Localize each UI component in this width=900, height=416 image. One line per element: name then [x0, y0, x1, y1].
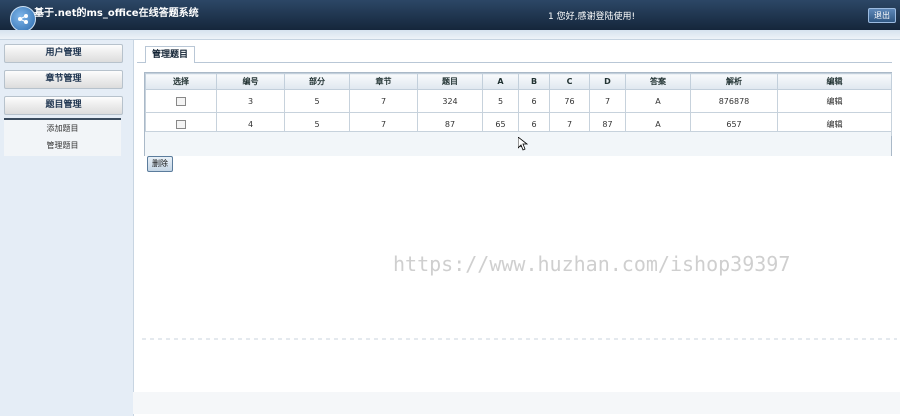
welcome-message: 1 您好,感谢登陆使用!: [548, 12, 636, 22]
mouse-cursor-icon: [518, 137, 528, 151]
col-header-edit: 编辑: [777, 73, 892, 90]
logout-button[interactable]: 退出: [868, 8, 896, 23]
cell-analysis: 876878: [690, 89, 778, 113]
cell-chapter: 7: [349, 89, 418, 113]
submenu-manage-questions[interactable]: 管理题目: [4, 137, 121, 154]
row-select-cell: [145, 89, 217, 113]
submenu-add-question[interactable]: 添加题目: [4, 120, 121, 137]
col-header-c: C: [549, 73, 590, 90]
app-logo-icon: [10, 6, 36, 32]
header-strip: [0, 30, 900, 40]
app-title: 基于.net的ms_office在线答题系统: [34, 8, 199, 19]
top-header: 基于.net的ms_office在线答题系统 1 您好,感谢登陆使用! 退出: [0, 0, 900, 32]
row-checkbox[interactable]: [176, 96, 186, 106]
cell-d: 7: [589, 89, 626, 113]
col-header-d: D: [589, 73, 626, 90]
col-header-question: 题目: [417, 73, 483, 90]
col-header-b: B: [518, 73, 550, 90]
tab-manage-questions[interactable]: 管理题目: [145, 46, 196, 63]
cell-a: 5: [482, 89, 519, 113]
watermark-text: https://www.huzhan.com/ishop39397: [393, 252, 791, 276]
sidebar: 用户管理 章节管理 题目管理 添加题目 管理题目: [0, 40, 134, 416]
cell-part: 5: [284, 89, 350, 113]
edit-link[interactable]: 编辑: [827, 97, 843, 106]
tab-divider: [137, 62, 892, 63]
cell-answer: A: [625, 89, 691, 113]
question-submenu: 添加题目 管理题目: [4, 118, 121, 156]
table-row: 3 5 7 324 5 6 76 7 A 876878 编辑: [145, 89, 892, 113]
col-header-chapter: 章节: [349, 73, 418, 90]
col-header-select: 选择: [145, 73, 217, 90]
sidebar-item-chapter-management[interactable]: 章节管理: [4, 70, 123, 89]
col-header-answer: 答案: [625, 73, 691, 90]
cell-edit: 编辑: [777, 89, 892, 113]
table-header-row: 选择 编号 部分 章节 题目 A B C D 答案 解析 编辑: [145, 73, 892, 90]
dotted-divider: [142, 338, 897, 340]
cell-id: 3: [216, 89, 285, 113]
row-checkbox[interactable]: [176, 119, 186, 129]
cell-question: 324: [417, 89, 483, 113]
main-content: 管理题目 选择 编号 部分 章节 题目 A B C D 答案 解析 编辑 3 5…: [137, 40, 894, 190]
question-table: 选择 编号 部分 章节 题目 A B C D 答案 解析 编辑 3 5 7 32…: [145, 73, 892, 136]
delete-button[interactable]: 删除: [147, 156, 173, 172]
sidebar-item-question-management[interactable]: 题目管理: [4, 96, 123, 115]
edit-link[interactable]: 编辑: [827, 120, 843, 129]
col-header-analysis: 解析: [690, 73, 778, 90]
sidebar-item-user-management[interactable]: 用户管理: [4, 44, 123, 63]
cell-c: 76: [549, 89, 590, 113]
col-header-id: 编号: [216, 73, 285, 90]
col-header-part: 部分: [284, 73, 350, 90]
col-header-a: A: [482, 73, 519, 90]
footer-band: [133, 392, 900, 414]
cell-b: 6: [518, 89, 550, 113]
